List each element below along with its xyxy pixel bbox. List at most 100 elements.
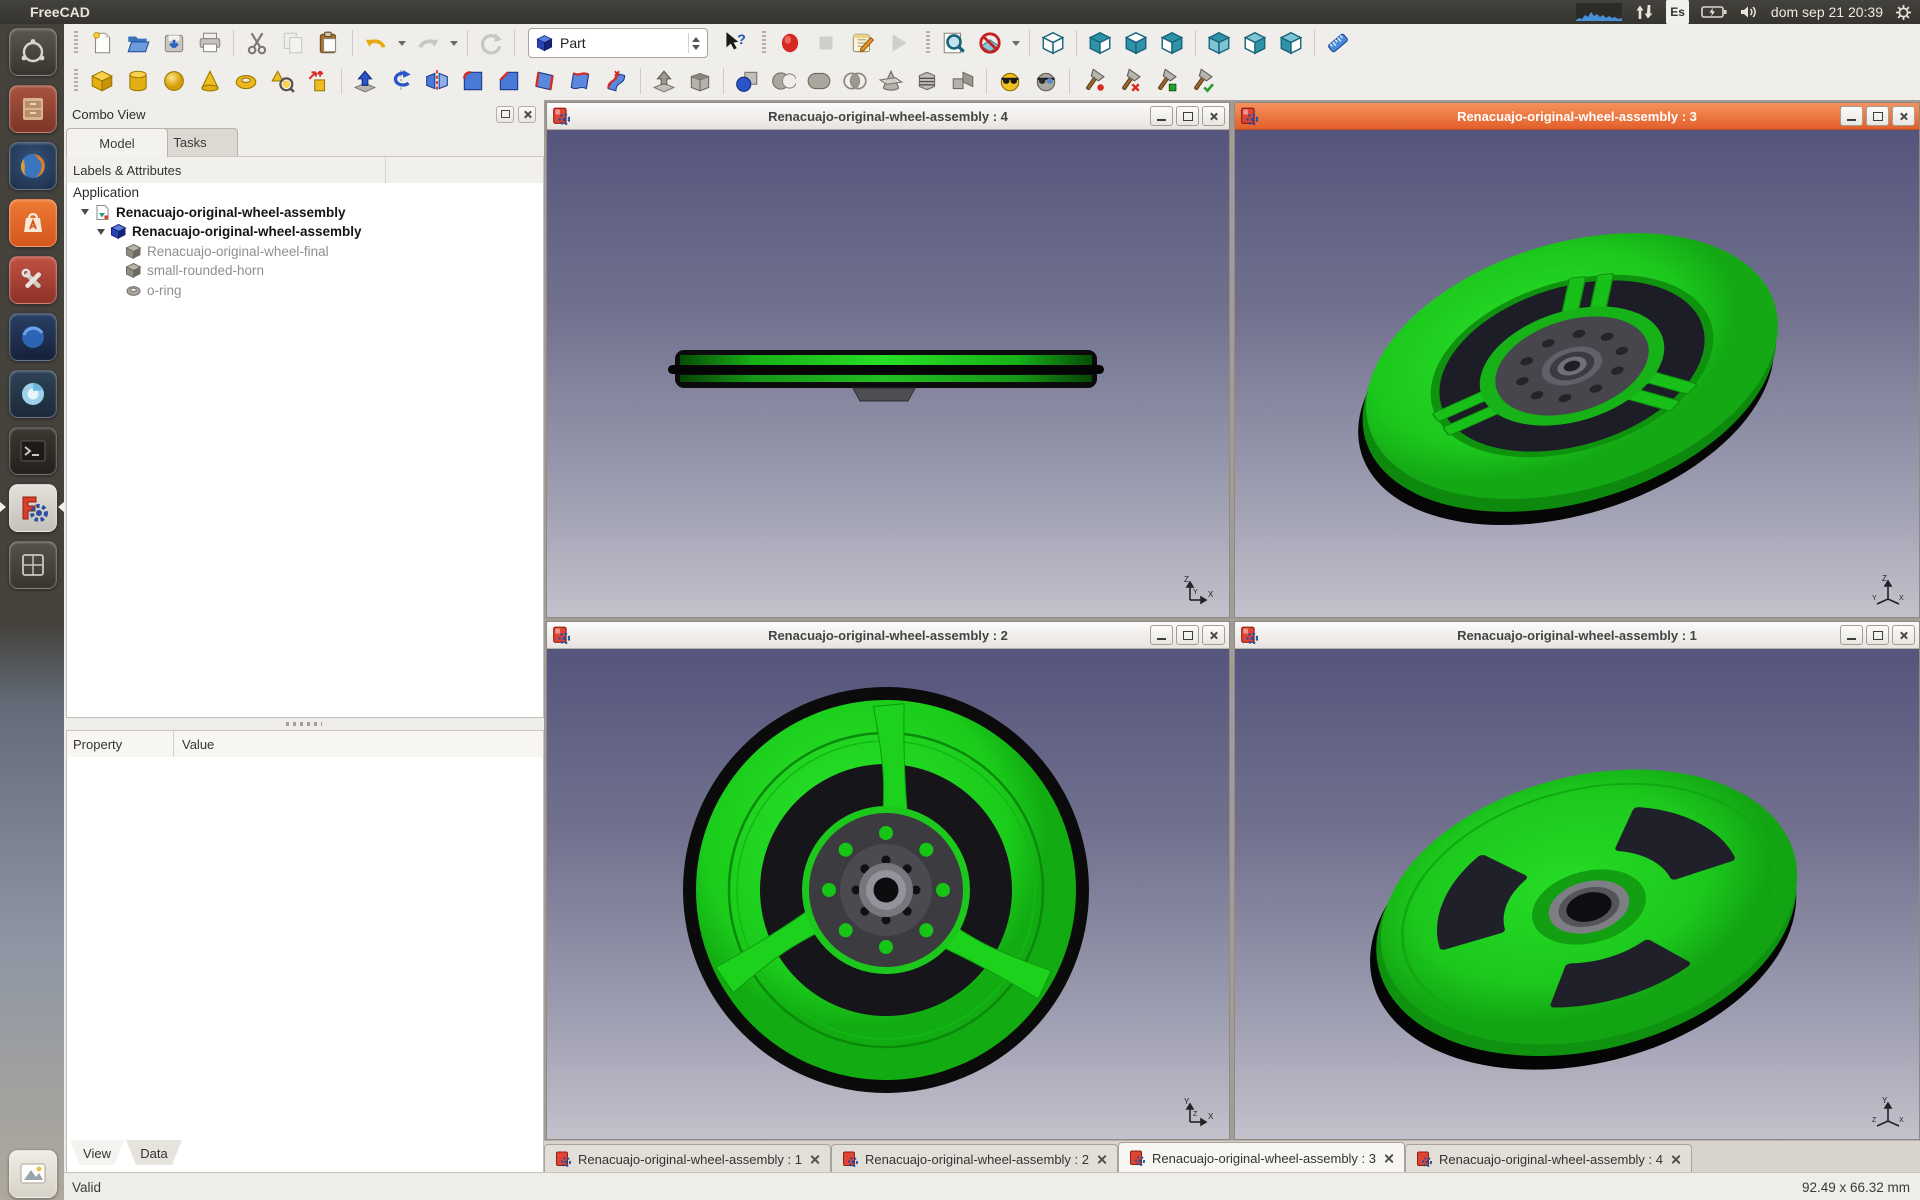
macro-edit-icon[interactable] <box>844 27 880 59</box>
toolbar-grip[interactable] <box>74 69 78 93</box>
save-file-icon[interactable] <box>156 27 192 59</box>
offset-icon[interactable] <box>646 65 682 97</box>
thickness-icon[interactable] <box>682 65 718 97</box>
chamfer-icon[interactable] <box>491 65 527 97</box>
new-file-icon[interactable] <box>84 27 120 59</box>
macro-stop-icon[interactable] <box>808 27 844 59</box>
shape-builder-icon[interactable] <box>300 65 336 97</box>
fit-all-icon[interactable] <box>936 27 972 59</box>
draw-style-dropdown-icon[interactable] <box>1012 41 1020 46</box>
minimize-button[interactable] <box>1150 625 1173 645</box>
extrude-icon[interactable] <box>347 65 383 97</box>
launcher-item-workspaces[interactable] <box>9 541 57 589</box>
tab-close-icon[interactable] <box>1096 1154 1107 1165</box>
mdi-window-4[interactable]: Renacuajo-original-wheel-assembly : 4 <box>546 102 1230 618</box>
launcher-item-dash-home[interactable] <box>9 28 57 76</box>
volume-icon[interactable] <box>1739 0 1759 24</box>
ruled-surface-icon[interactable] <box>527 65 563 97</box>
undo-dropdown-icon[interactable] <box>398 41 406 46</box>
maximize-button[interactable] <box>1866 625 1889 645</box>
tree-item-assembly[interactable]: Renacuajo-original-wheel-assembly <box>67 222 543 242</box>
measure-distance-icon[interactable] <box>1320 27 1356 59</box>
property-column-header[interactable]: Property <box>67 731 174 758</box>
revolve-icon[interactable] <box>383 65 419 97</box>
refine-shape-icon[interactable] <box>992 65 1028 97</box>
launcher-item-system-settings[interactable] <box>9 256 57 304</box>
battery-icon[interactable] <box>1701 0 1727 24</box>
create-primitives-icon[interactable] <box>264 65 300 97</box>
dock-float-button[interactable] <box>496 106 514 123</box>
mirror-icon[interactable] <box>419 65 455 97</box>
session-gear-icon[interactable] <box>1895 0 1912 24</box>
refresh-icon[interactable] <box>473 27 509 59</box>
minimize-button[interactable] <box>1150 106 1173 126</box>
launcher-item-files[interactable] <box>9 85 57 133</box>
viewport-side-view[interactable]: Z X Y <box>547 130 1229 617</box>
window-titlebar[interactable]: Renacuajo-original-wheel-assembly : 2 <box>547 622 1229 649</box>
whats-this-icon[interactable]: ? <box>716 27 752 59</box>
split-2-icon[interactable] <box>1183 65 1219 97</box>
macro-play-icon[interactable] <box>880 27 916 59</box>
tab-close-icon[interactable] <box>809 1154 820 1165</box>
mdi-window-1[interactable]: Renacuajo-original-wheel-assembly : 1 <box>1234 621 1920 1140</box>
tree-item-document[interactable]: Renacuajo-original-wheel-assembly <box>67 203 543 223</box>
launcher-item-firefox[interactable] <box>9 142 57 190</box>
launcher-item-ubuntu-one[interactable] <box>9 313 57 361</box>
view-left-icon[interactable] <box>1273 27 1309 59</box>
viewport-front-view[interactable]: Y X Z <box>547 649 1229 1139</box>
check-geometry-icon[interactable] <box>1028 65 1064 97</box>
intersection-icon[interactable] <box>837 65 873 97</box>
tree-item-small-rounded-horn[interactable]: small-rounded-horn <box>67 261 543 281</box>
window-titlebar-active[interactable]: Renacuajo-original-wheel-assembly : 3 <box>1235 103 1919 130</box>
draw-style-icon[interactable] <box>972 27 1008 59</box>
value-column-header[interactable]: Value <box>174 737 214 752</box>
tree-item-wheel-final[interactable]: Renacuajo-original-wheel-final <box>67 242 543 262</box>
undo-icon[interactable] <box>358 27 394 59</box>
launcher-item-browser-ball[interactable] <box>9 370 57 418</box>
view-right-icon[interactable] <box>1154 27 1190 59</box>
cylinder-icon[interactable] <box>120 65 156 97</box>
close-button[interactable] <box>1202 106 1225 126</box>
cut-icon[interactable] <box>239 27 275 59</box>
boolean-icon[interactable] <box>729 65 765 97</box>
minimize-button[interactable] <box>1840 625 1863 645</box>
loft-icon[interactable] <box>563 65 599 97</box>
window-tab-2[interactable]: Renacuajo-original-wheel-assembly : 2 <box>831 1144 1118 1173</box>
close-button[interactable] <box>1892 106 1915 126</box>
close-button[interactable] <box>1892 625 1915 645</box>
split-1-icon[interactable] <box>1147 65 1183 97</box>
sphere-icon[interactable] <box>156 65 192 97</box>
tree-item-o-ring[interactable]: o-ring <box>67 281 543 301</box>
panel-splitter[interactable] <box>66 717 542 730</box>
window-tab-1[interactable]: Renacuajo-original-wheel-assembly : 1 <box>544 1144 831 1173</box>
window-titlebar[interactable]: Renacuajo-original-wheel-assembly : 4 <box>547 103 1229 130</box>
redo-icon[interactable] <box>410 27 446 59</box>
compound-icon[interactable] <box>945 65 981 97</box>
view-front-icon[interactable] <box>1082 27 1118 59</box>
close-button[interactable] <box>1202 625 1225 645</box>
window-titlebar[interactable]: Renacuajo-original-wheel-assembly : 1 <box>1235 622 1919 649</box>
clock[interactable]: dom sep 21 20:39 <box>1771 0 1883 24</box>
macro-record-icon[interactable] <box>772 27 808 59</box>
workbench-selector[interactable]: Part <box>528 28 708 58</box>
toolbar-grip[interactable] <box>74 31 78 55</box>
view-bottom-icon[interactable] <box>1237 27 1273 59</box>
mdi-window-3[interactable]: Renacuajo-original-wheel-assembly : 3 <box>1234 102 1920 618</box>
window-tab-3[interactable]: Renacuajo-original-wheel-assembly : 3 <box>1118 1142 1405 1173</box>
torus-icon[interactable] <box>228 65 264 97</box>
minimize-button[interactable] <box>1840 106 1863 126</box>
tab-model[interactable]: Model <box>66 128 168 157</box>
launcher-item-terminal[interactable] <box>9 427 57 475</box>
print-icon[interactable] <box>192 27 228 59</box>
view-top-icon[interactable] <box>1118 27 1154 59</box>
launcher-item-freecad[interactable] <box>9 484 57 532</box>
mdi-window-2[interactable]: Renacuajo-original-wheel-assembly : 2 <box>546 621 1230 1140</box>
expander-icon[interactable] <box>97 229 105 235</box>
launcher-item-ubuntu-software[interactable] <box>9 199 57 247</box>
network-arrows-icon[interactable] <box>1634 0 1654 24</box>
box-icon[interactable] <box>84 65 120 97</box>
view-rear-icon[interactable] <box>1201 27 1237 59</box>
property-table-body[interactable] <box>66 757 544 1200</box>
union-icon[interactable] <box>801 65 837 97</box>
fillet-icon[interactable] <box>455 65 491 97</box>
